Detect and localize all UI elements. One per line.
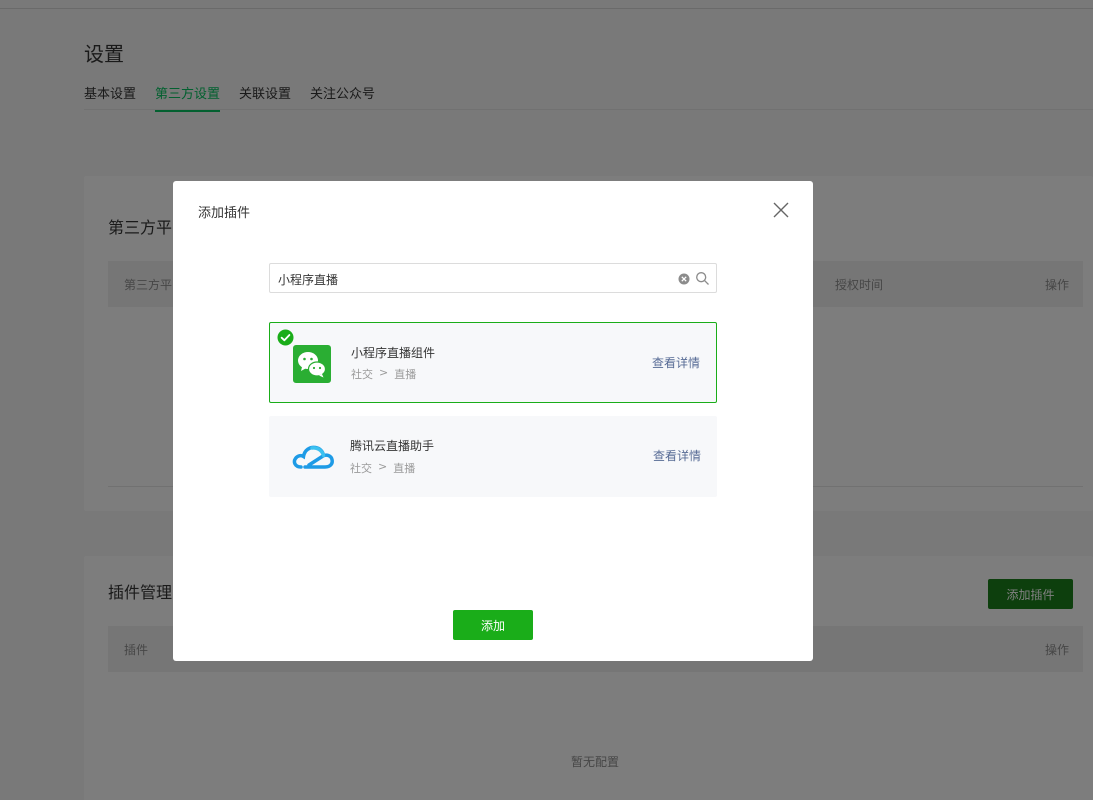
- subcategory-label: 直播: [393, 462, 416, 475]
- tencent-cloud-icon: [291, 437, 334, 477]
- add-button[interactable]: 添加: [453, 610, 533, 640]
- plugin-name: 小程序直播组件: [351, 346, 436, 360]
- category-label: 社交: [350, 462, 372, 475]
- wechat-icon: [292, 344, 332, 384]
- close-icon[interactable]: [771, 200, 791, 220]
- clear-circle-icon[interactable]: [677, 271, 691, 285]
- add-plugin-dialog: 添加插件 小程序直播 小程序直播组件 社交 > 直播 查看详情 腾讯云直播助手 …: [173, 181, 813, 661]
- subcategory-label: 直播: [394, 368, 417, 381]
- plugin-name: 腾讯云直播助手: [350, 439, 435, 453]
- view-details-link[interactable]: 查看详情: [652, 354, 700, 371]
- plugin-item-live-component[interactable]: 小程序直播组件 社交 > 直播 查看详情: [269, 322, 717, 403]
- plugin-search-input[interactable]: [278, 269, 668, 289]
- plugin-search-box: [269, 263, 717, 293]
- plugin-category: 社交 > 直播: [350, 460, 415, 476]
- category-separator: >: [378, 460, 388, 473]
- search-icon[interactable]: [695, 271, 710, 286]
- view-details-link[interactable]: 查看详情: [653, 447, 701, 464]
- plugin-category: 社交 > 直播: [351, 366, 416, 382]
- plugin-item-tencent-cloud-live[interactable]: 腾讯云直播助手 社交 > 直播 查看详情: [269, 416, 717, 497]
- category-separator: >: [379, 366, 389, 379]
- category-label: 社交: [351, 368, 373, 381]
- dialog-title: 添加插件: [198, 206, 251, 221]
